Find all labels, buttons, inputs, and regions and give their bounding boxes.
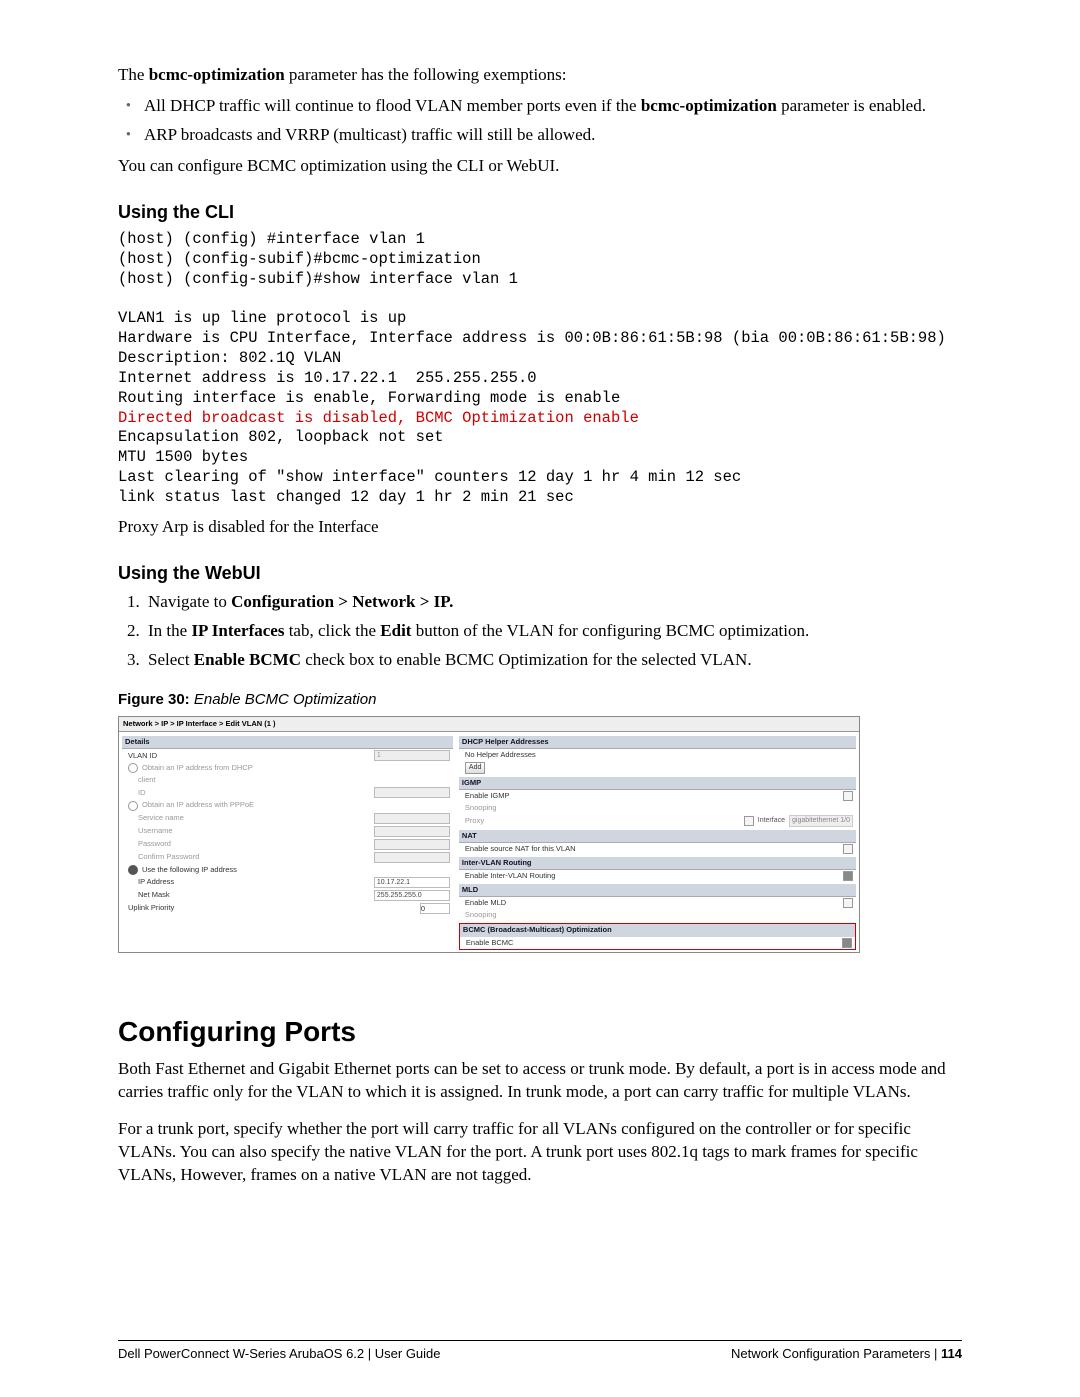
vlan-id-field[interactable]: 1: [374, 750, 450, 761]
heading-webui: Using the WebUI: [118, 561, 962, 585]
pwd-field[interactable]: [374, 839, 450, 850]
mask-field[interactable]: 255.255.255.0: [374, 890, 450, 901]
user-label: Username: [128, 826, 370, 836]
breadcrumb: Network > IP > IP Interface > Edit VLAN …: [119, 717, 859, 732]
id-label: ID: [128, 788, 370, 798]
mask-label: Net Mask: [128, 890, 370, 900]
obtain-dhcp-radio[interactable]: [128, 763, 138, 773]
conf-pwd-label: Confirm Password: [128, 852, 370, 862]
enable-nat-label: Enable source NAT for this VLAN: [465, 844, 839, 854]
footer-left: Dell PowerConnect W-Series ArubaOS 6.2 |…: [118, 1345, 441, 1363]
enable-mld-label: Enable MLD: [465, 898, 839, 908]
nat-header: NAT: [459, 830, 856, 843]
page-footer: Dell PowerConnect W-Series ArubaOS 6.2 |…: [118, 1340, 962, 1363]
obtain-pppoe-label: Obtain an IP address with PPPoE: [142, 800, 450, 810]
enable-igmp-checkbox[interactable]: [843, 791, 853, 801]
webui-steps: Navigate to Configuration > Network > IP…: [118, 591, 962, 672]
enable-bcmc-checkbox[interactable]: [842, 938, 852, 948]
client-label: client: [128, 775, 450, 785]
exemption-item-dhcp: All DHCP traffic will continue to flood …: [144, 95, 962, 118]
webui-step-1: Navigate to Configuration > Network > IP…: [144, 591, 962, 614]
enable-nat-checkbox[interactable]: [843, 844, 853, 854]
enable-igmp-label: Enable IGMP: [465, 791, 839, 801]
use-following-label: Use the following IP address: [142, 865, 450, 875]
ports-p1: Both Fast Ethernet and Gigabit Ethernet …: [118, 1058, 962, 1104]
uplink-label: Uplink Priority: [128, 903, 416, 913]
iface-label: Interface: [758, 816, 785, 825]
enable-mld-checkbox[interactable]: [843, 898, 853, 908]
intro-paragraph: The bcmc-optimization parameter has the …: [118, 64, 962, 87]
user-field[interactable]: [374, 826, 450, 837]
add-button[interactable]: Add: [465, 762, 485, 773]
proxy-arp-note: Proxy Arp is disabled for the Interface: [118, 516, 962, 539]
exemption-list: All DHCP traffic will continue to flood …: [118, 95, 962, 147]
conf-pwd-field[interactable]: [374, 852, 450, 863]
webui-screenshot: Network > IP > IP Interface > Edit VLAN …: [118, 716, 860, 953]
proxy-label: Proxy: [465, 816, 740, 826]
exemption-item-arp: ARP broadcasts and VRRP (multicast) traf…: [144, 124, 962, 147]
figure-caption: Figure 30: Enable BCMC Optimization: [118, 690, 962, 710]
helper-header: DHCP Helper Addresses: [459, 736, 856, 749]
iface-select[interactable]: gigabitethernet 1/0: [789, 815, 853, 826]
bcmc-header: BCMC (Broadcast-Multicast) Optimization: [459, 923, 856, 936]
details-header: Details: [122, 736, 453, 749]
svc-label: Service name: [128, 813, 370, 823]
config-method-note: You can configure BCMC optimization usin…: [118, 155, 962, 178]
heading-cli: Using the CLI: [118, 200, 962, 224]
ip-field[interactable]: 10.17.22.1: [374, 877, 450, 888]
pwd-label: Password: [128, 839, 370, 849]
proxy-checkbox[interactable]: [744, 816, 754, 826]
footer-right: Network Configuration Parameters | 114: [731, 1345, 962, 1363]
obtain-pppoe-radio[interactable]: [128, 801, 138, 811]
uplink-select[interactable]: 0: [420, 903, 450, 914]
mld-header: MLD: [459, 884, 856, 897]
cli-output: (host) (config) #interface vlan 1 (host)…: [118, 230, 962, 508]
enable-bcmc-label: Enable BCMC: [466, 938, 838, 948]
id-field[interactable]: [374, 787, 450, 798]
mld-snoop-label: Snooping: [465, 910, 853, 920]
ports-p2: For a trunk port, specify whether the po…: [118, 1118, 962, 1187]
enable-ivr-checkbox[interactable]: [843, 871, 853, 881]
webui-step-3: Select Enable BCMC check box to enable B…: [144, 649, 962, 672]
heading-configuring-ports: Configuring Ports: [118, 1013, 962, 1051]
svc-field[interactable]: [374, 813, 450, 824]
igmp-header: IGMP: [459, 777, 856, 790]
use-following-radio[interactable]: [128, 865, 138, 875]
snooping-label: Snooping: [465, 803, 853, 813]
webui-step-2: In the IP Interfaces tab, click the Edit…: [144, 620, 962, 643]
enable-ivr-label: Enable Inter-VLAN Routing: [465, 871, 839, 881]
intervlan-header: Inter-VLAN Routing: [459, 857, 856, 870]
ip-label: IP Address: [128, 877, 370, 887]
vlan-id-label: VLAN ID: [128, 751, 370, 761]
no-helper: No Helper Addresses: [465, 750, 853, 760]
obtain-dhcp-label: Obtain an IP address from DHCP: [142, 763, 450, 773]
